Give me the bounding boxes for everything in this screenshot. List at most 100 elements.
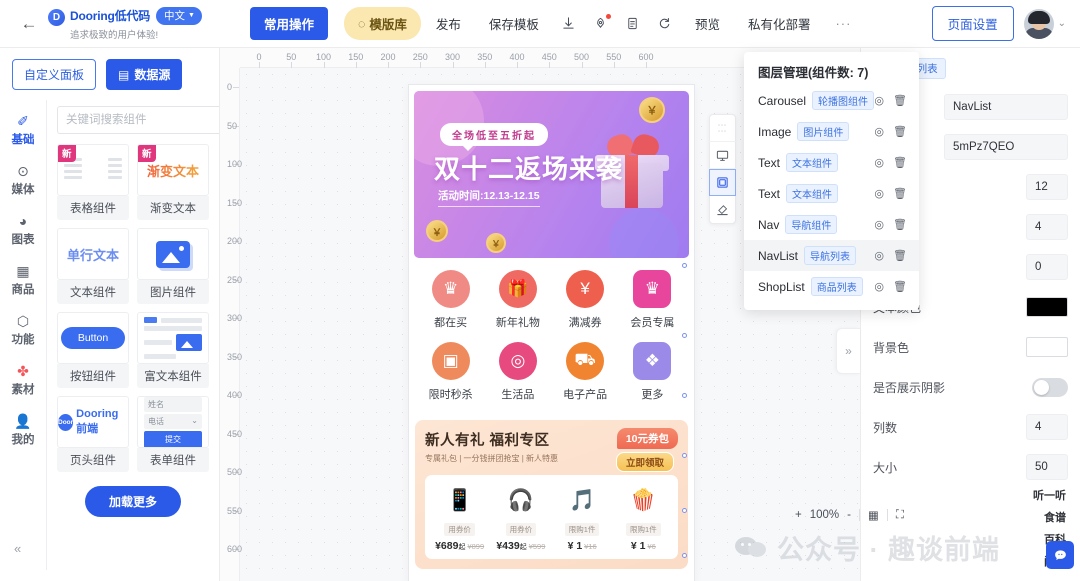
eye-icon[interactable]: ◎ [874, 156, 884, 169]
sidebar-item-basic[interactable]: ✐ 基础 [12, 114, 35, 147]
carousel-banner[interactable]: ￥ ￥ ￥ 全场低至五折起 双十二返场来袭 活动时间:12.13-12.15 [414, 91, 689, 258]
trash-icon[interactable]: 🗑 [893, 249, 907, 262]
template-library-button[interactable]: ◌ 模版库 [343, 7, 421, 40]
more-menu-icon[interactable]: ··· [825, 16, 861, 31]
background-color-swatch[interactable] [1026, 337, 1068, 357]
private-deploy-link[interactable]: 私有化部署 [735, 8, 824, 39]
paint-icon[interactable] [709, 196, 736, 223]
component-card-header[interactable]: Door Dooring前端 页头组件 [57, 396, 129, 472]
user-menu[interactable]: ⌄ [1023, 8, 1066, 39]
grid-icon[interactable]: ▦ [868, 508, 879, 522]
nav-item[interactable]: ♛ 都在买 [417, 270, 484, 330]
download-icon[interactable] [554, 10, 584, 38]
gap-input[interactable] [1026, 214, 1068, 240]
nav-item[interactable]: 🎁 新年礼物 [484, 270, 551, 330]
tab-datasource[interactable]: ▤ 数据源 [106, 59, 183, 90]
search-input[interactable] [57, 106, 219, 134]
drag-handle-icon[interactable]: ⋯ ⋯ [709, 115, 736, 142]
layer-row[interactable]: Image 图片组件 ◎ 🗑 [744, 116, 919, 147]
eye-icon[interactable]: ◎ [874, 218, 884, 231]
selection-anchor[interactable] [682, 333, 687, 338]
preview-link[interactable]: 预览 [682, 8, 733, 39]
product-card[interactable]: 🍿 限购1件 ¥ 1 ¥6 [613, 483, 674, 552]
phone-preview[interactable]: ￥ ￥ ￥ 全场低至五折起 双十二返场来袭 活动时间:12.13-12.15 ♛… [409, 85, 694, 581]
collapse-right-panel-button[interactable]: » [836, 328, 860, 374]
eye-icon[interactable]: ◎ [874, 187, 884, 200]
collapse-sidebar-button[interactable]: « [14, 541, 21, 556]
selection-anchor[interactable] [682, 263, 687, 268]
layer-row[interactable]: Nav 导航组件 ◎ 🗑 [744, 209, 919, 240]
save-template-link[interactable]: 保存模板 [476, 8, 552, 39]
nav-item[interactable]: ♛ 会员专属 [619, 270, 686, 330]
rocket-icon[interactable] [586, 10, 616, 38]
product-card[interactable]: 🎧 用券价 ¥439起 ¥599 [490, 483, 551, 552]
layer-row[interactable]: Text 文本组件 ◎ 🗑 [744, 178, 919, 209]
layer-row[interactable]: Text 文本组件 ◎ 🗑 [744, 147, 919, 178]
sidebar-item-chart[interactable]: ◕ 图表 [12, 214, 35, 247]
nav-item-entry[interactable]: 食谱 [1033, 509, 1066, 525]
trash-icon[interactable]: 🗑 [893, 280, 907, 293]
layer-row[interactable]: NavList 导航列表 ◎ 🗑 [744, 240, 919, 271]
selection-anchor[interactable] [682, 508, 687, 513]
trash-icon[interactable]: 🗑 [893, 187, 907, 200]
refresh-icon[interactable] [650, 10, 680, 38]
promo-section[interactable]: 新人有礼 福利专区 专属礼包 | 一分钱拼团抢宝 | 新人特惠 10元券包 立即… [415, 420, 688, 569]
trash-icon[interactable]: 🗑 [893, 94, 907, 107]
back-arrow-icon[interactable]: ← [14, 15, 44, 32]
columns-input[interactable] [1026, 414, 1068, 440]
layer-row[interactable]: Carousel 轮播图组件 ◎ 🗑 [744, 85, 919, 116]
monitor-icon[interactable] [709, 142, 736, 169]
radius-input[interactable] [1026, 254, 1068, 280]
document-icon[interactable] [618, 10, 648, 38]
eye-icon[interactable]: ◎ [874, 94, 884, 107]
zoom-in-button[interactable]: + [795, 509, 802, 521]
nav-item[interactable]: ¥ 满减券 [552, 270, 619, 330]
text-color-swatch[interactable] [1026, 297, 1068, 317]
coupon-claim-button[interactable]: 立即领取 [615, 452, 674, 472]
sidebar-item-goods[interactable]: ▦ 商品 [12, 264, 35, 297]
component-card-form[interactable]: 姓名 电话 ⌄ 提交 表单组件 [137, 396, 209, 472]
selection-anchor[interactable] [682, 453, 687, 458]
selection-anchor[interactable] [682, 553, 687, 558]
component-card-text[interactable]: 单行文本 文本组件 [57, 228, 129, 304]
sidebar-item-media[interactable]: ⊙ 媒体 [12, 164, 35, 197]
component-name-input[interactable] [944, 94, 1068, 120]
nav-item[interactable]: ⛟ 电子产品 [552, 342, 619, 402]
component-card-gradient-text[interactable]: 新 渐变文本 渐变文本 [137, 144, 209, 220]
sidebar-item-mine[interactable]: 👤 我的 [12, 414, 35, 447]
nav-item[interactable]: ❖ 更多 [619, 342, 686, 402]
eye-icon[interactable]: ◎ [874, 280, 884, 293]
eye-icon[interactable]: ◎ [874, 125, 884, 138]
product-card[interactable]: 🎵 限购1件 ¥ 1 ¥16 [552, 483, 613, 552]
font-size-input[interactable] [1026, 174, 1068, 200]
layers-icon[interactable] [709, 169, 736, 196]
product-card[interactable]: 📱 用券价 ¥689起 ¥899 [429, 483, 490, 552]
trash-icon[interactable]: 🗑 [893, 156, 907, 169]
component-id-input[interactable] [944, 134, 1068, 160]
layer-row[interactable]: ShopList 商品列表 ◎ 🗑 [744, 271, 919, 302]
component-card-richtext[interactable]: 富文本组件 [137, 312, 209, 388]
language-selector[interactable]: 中文 ▼ [156, 6, 202, 25]
component-card-image[interactable]: 图片组件 [137, 228, 209, 304]
sidebar-item-material[interactable]: ✤ 素材 [12, 364, 35, 397]
publish-link[interactable]: 发布 [423, 8, 474, 39]
nav-item[interactable]: ◎ 生活品 [484, 342, 551, 402]
chat-icon[interactable] [1046, 541, 1074, 569]
tab-custom-panel[interactable]: 自定义面板 [12, 59, 97, 90]
fullscreen-icon[interactable]: ⛶ [896, 509, 904, 522]
zoom-out-button[interactable]: - [847, 509, 851, 521]
page-settings-button[interactable]: 页面设置 [931, 6, 1014, 41]
shadow-toggle[interactable] [1032, 377, 1068, 397]
trash-icon[interactable]: 🗑 [893, 125, 907, 138]
component-card-table[interactable]: 新 表格组件 [57, 144, 129, 220]
component-card-button[interactable]: Button 按钮组件 [57, 312, 129, 388]
sidebar-item-function[interactable]: ⬡ 功能 [12, 314, 35, 347]
nav-item-entry[interactable]: 听一听 [1033, 487, 1066, 503]
common-operations-button[interactable]: 常用操作 [249, 7, 328, 40]
selection-anchor[interactable] [682, 393, 687, 398]
size-input[interactable] [1026, 454, 1068, 480]
trash-icon[interactable]: 🗑 [893, 218, 907, 231]
eye-icon[interactable]: ◎ [874, 249, 884, 262]
nav-item[interactable]: ▣ 限时秒杀 [417, 342, 484, 402]
nav-list-component[interactable]: ♛ 都在买 🎁 新年礼物 ¥ 满减券 ♛ 会员专属 ▣ 限时秒杀 ◎ 生活品 ⛟ 电子产品 ❖ 更多 [409, 258, 694, 418]
